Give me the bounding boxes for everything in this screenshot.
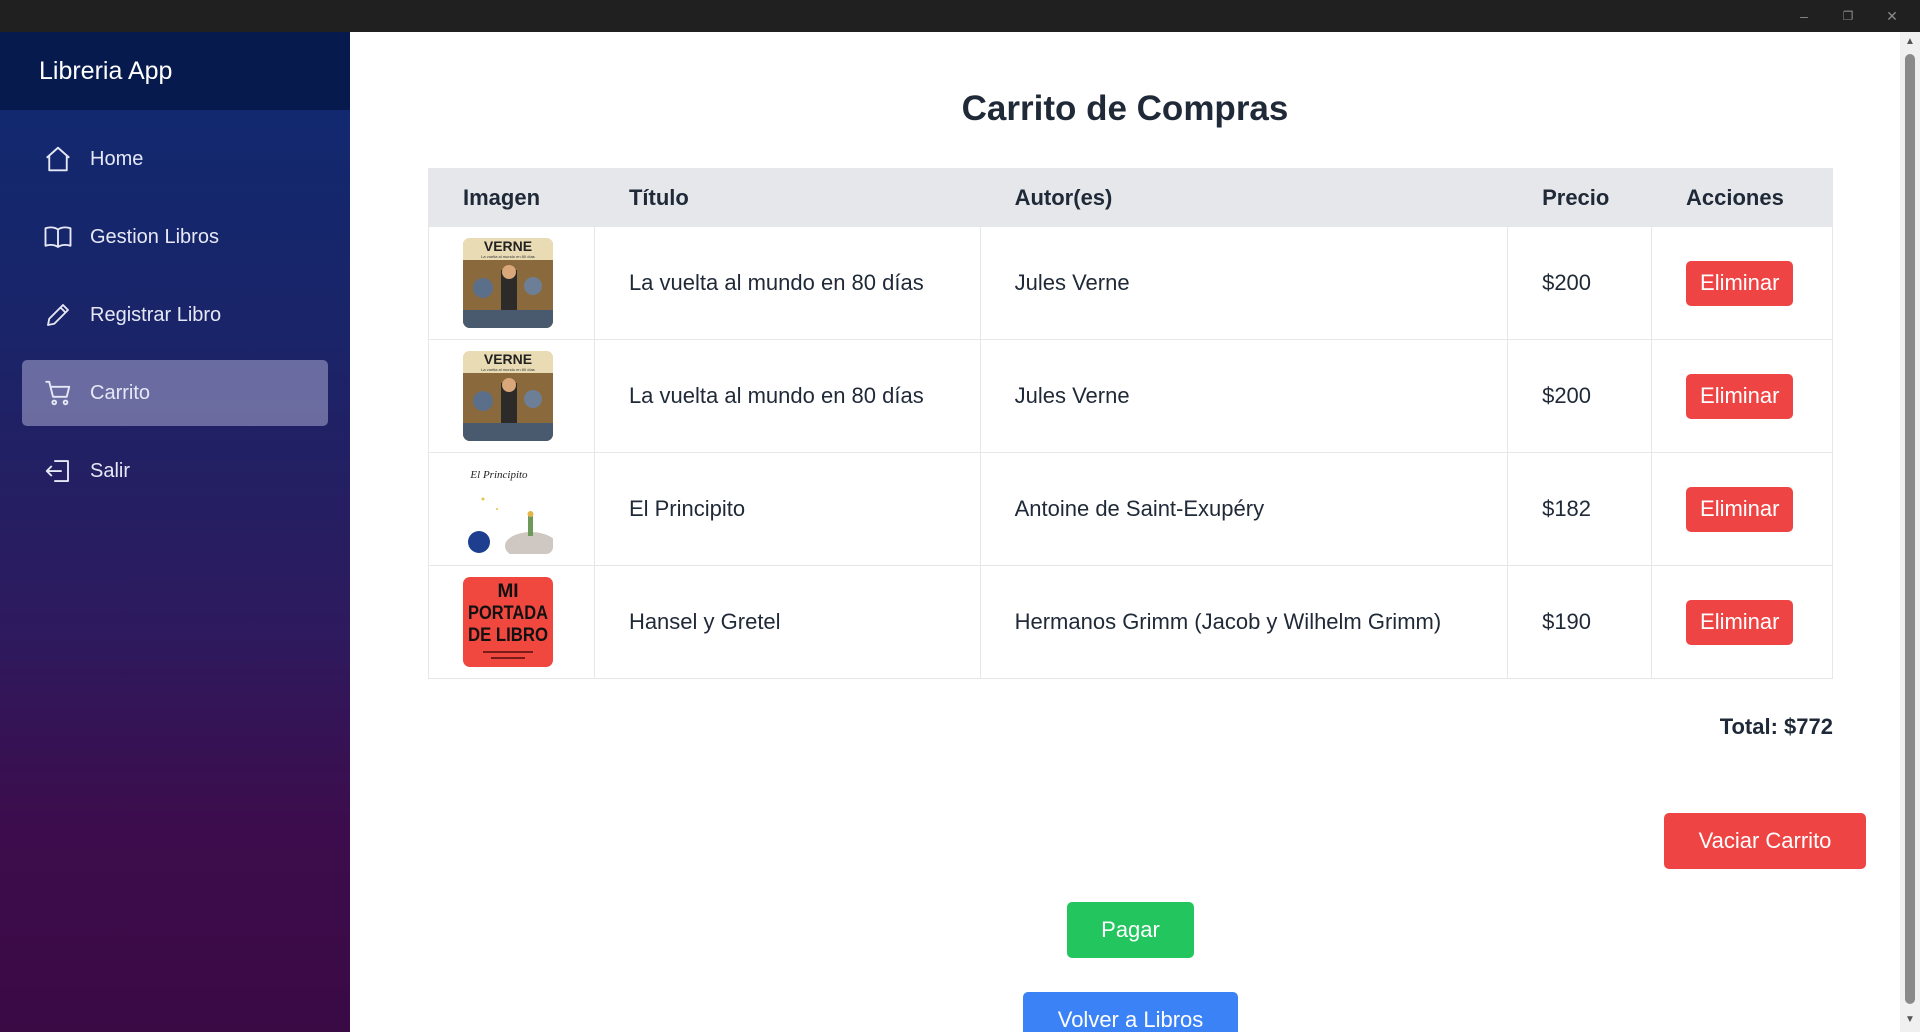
sidebar-item-registrar-libro[interactable]: Registrar Libro	[22, 282, 328, 348]
sidebar: Libreria App Home Gestion Libros Registr…	[0, 32, 350, 1032]
svg-text:VERNE: VERNE	[484, 238, 532, 254]
svg-text:DE LIBRO: DE LIBRO	[468, 625, 548, 646]
sidebar-item-gestion-libros[interactable]: Gestion Libros	[22, 204, 328, 270]
window-title-bar: – ❐ ✕	[0, 0, 1920, 32]
book-price: $200	[1507, 226, 1653, 340]
sidebar-item-label: Home	[90, 147, 144, 170]
book-cover-image: El Principito	[463, 464, 553, 554]
book-price: $182	[1507, 452, 1653, 566]
svg-text:PORTADA: PORTADA	[468, 603, 548, 624]
home-icon	[43, 144, 73, 174]
back-to-books-button[interactable]: Volver a Libros	[1023, 992, 1238, 1032]
remove-button[interactable]: Eliminar	[1686, 373, 1794, 419]
column-header-titulo: Título	[593, 168, 981, 227]
table-header-row: Imagen Título Autor(es) Precio Acciones	[428, 168, 1833, 227]
book-cover-image: VERNE La vuelta al mundo en 80 días	[463, 351, 553, 441]
scrollbar-thumb[interactable]	[1905, 54, 1915, 1004]
cart-total: Total: $772	[1719, 714, 1833, 739]
book-title: El Principito	[593, 452, 981, 566]
cart-table: Imagen Título Autor(es) Precio Acciones …	[428, 168, 1833, 679]
sidebar-item-label: Salir	[90, 459, 131, 482]
book-author: Antoine de Saint-Exupéry	[979, 452, 1509, 566]
sidebar-item-salir[interactable]: Salir	[22, 438, 328, 504]
vertical-scrollbar[interactable]: ▲ ▼	[1900, 32, 1920, 1032]
book-author: Jules Verne	[979, 339, 1509, 453]
book-icon	[43, 222, 73, 252]
book-title: La vuelta al mundo en 80 días	[593, 226, 981, 340]
book-author: Jules Verne	[979, 226, 1509, 340]
minimize-icon[interactable]: –	[1794, 6, 1814, 26]
close-icon[interactable]: ✕	[1882, 6, 1902, 26]
empty-cart-button[interactable]: Vaciar Carrito	[1664, 813, 1866, 869]
column-header-acciones: Acciones	[1651, 168, 1833, 227]
sidebar-item-label: Registrar Libro	[90, 303, 222, 326]
pencil-icon	[43, 300, 73, 330]
sidebar-item-home[interactable]: Home	[22, 126, 328, 192]
book-title: La vuelta al mundo en 80 días	[593, 339, 981, 453]
svg-text:VERNE: VERNE	[484, 351, 532, 367]
sidebar-nav: Home Gestion Libros Registrar Libro Carr…	[0, 110, 350, 504]
page-title: Carrito de Compras	[961, 89, 1289, 128]
remove-button[interactable]: Eliminar	[1686, 260, 1794, 306]
table-row: VERNE La vuelta al mundo en 80 días La v…	[428, 339, 1833, 453]
svg-text:El Principito: El Principito	[469, 469, 528, 481]
table-row: VERNE La vuelta al mundo en 80 días La v…	[428, 226, 1833, 340]
remove-button[interactable]: Eliminar	[1686, 486, 1794, 532]
column-header-imagen: Imagen	[428, 168, 595, 227]
book-author: Hermanos Grimm (Jacob y Wilhelm Grimm)	[979, 565, 1509, 679]
sidebar-item-carrito[interactable]: Carrito	[22, 360, 328, 426]
cart-icon	[43, 378, 73, 408]
svg-text:La vuelta al mundo en 80 días: La vuelta al mundo en 80 días	[481, 367, 535, 372]
scroll-up-icon[interactable]: ▲	[1904, 36, 1916, 48]
column-header-precio: Precio	[1507, 168, 1653, 227]
svg-text:MI: MI	[497, 581, 518, 602]
book-cover-image: VERNE La vuelta al mundo en 80 días	[463, 238, 553, 328]
book-price: $200	[1507, 339, 1653, 453]
restore-icon[interactable]: ❐	[1838, 6, 1858, 26]
pay-button[interactable]: Pagar	[1067, 902, 1194, 958]
app-brand: Libreria App	[0, 32, 350, 110]
logout-icon	[43, 456, 73, 486]
remove-button[interactable]: Eliminar	[1686, 599, 1794, 645]
sidebar-item-label: Carrito	[90, 381, 151, 404]
column-header-autores: Autor(es)	[979, 168, 1509, 227]
book-cover-image: MI PORTADA DE LIBRO	[463, 577, 553, 667]
svg-text:La vuelta al mundo en 80 días: La vuelta al mundo en 80 días	[481, 254, 535, 259]
sidebar-item-label: Gestion Libros	[90, 225, 219, 248]
main-content: Carrito de Compras Imagen Título Autor(e…	[350, 32, 1900, 1032]
scroll-down-icon[interactable]: ▼	[1904, 1014, 1916, 1026]
book-title: Hansel y Gretel	[593, 565, 981, 679]
table-row: El Principito El Principito Antoine de S…	[428, 452, 1833, 566]
table-row: MI PORTADA DE LIBRO Hansel y Gretel Herm…	[428, 565, 1833, 679]
book-price: $190	[1507, 565, 1653, 679]
